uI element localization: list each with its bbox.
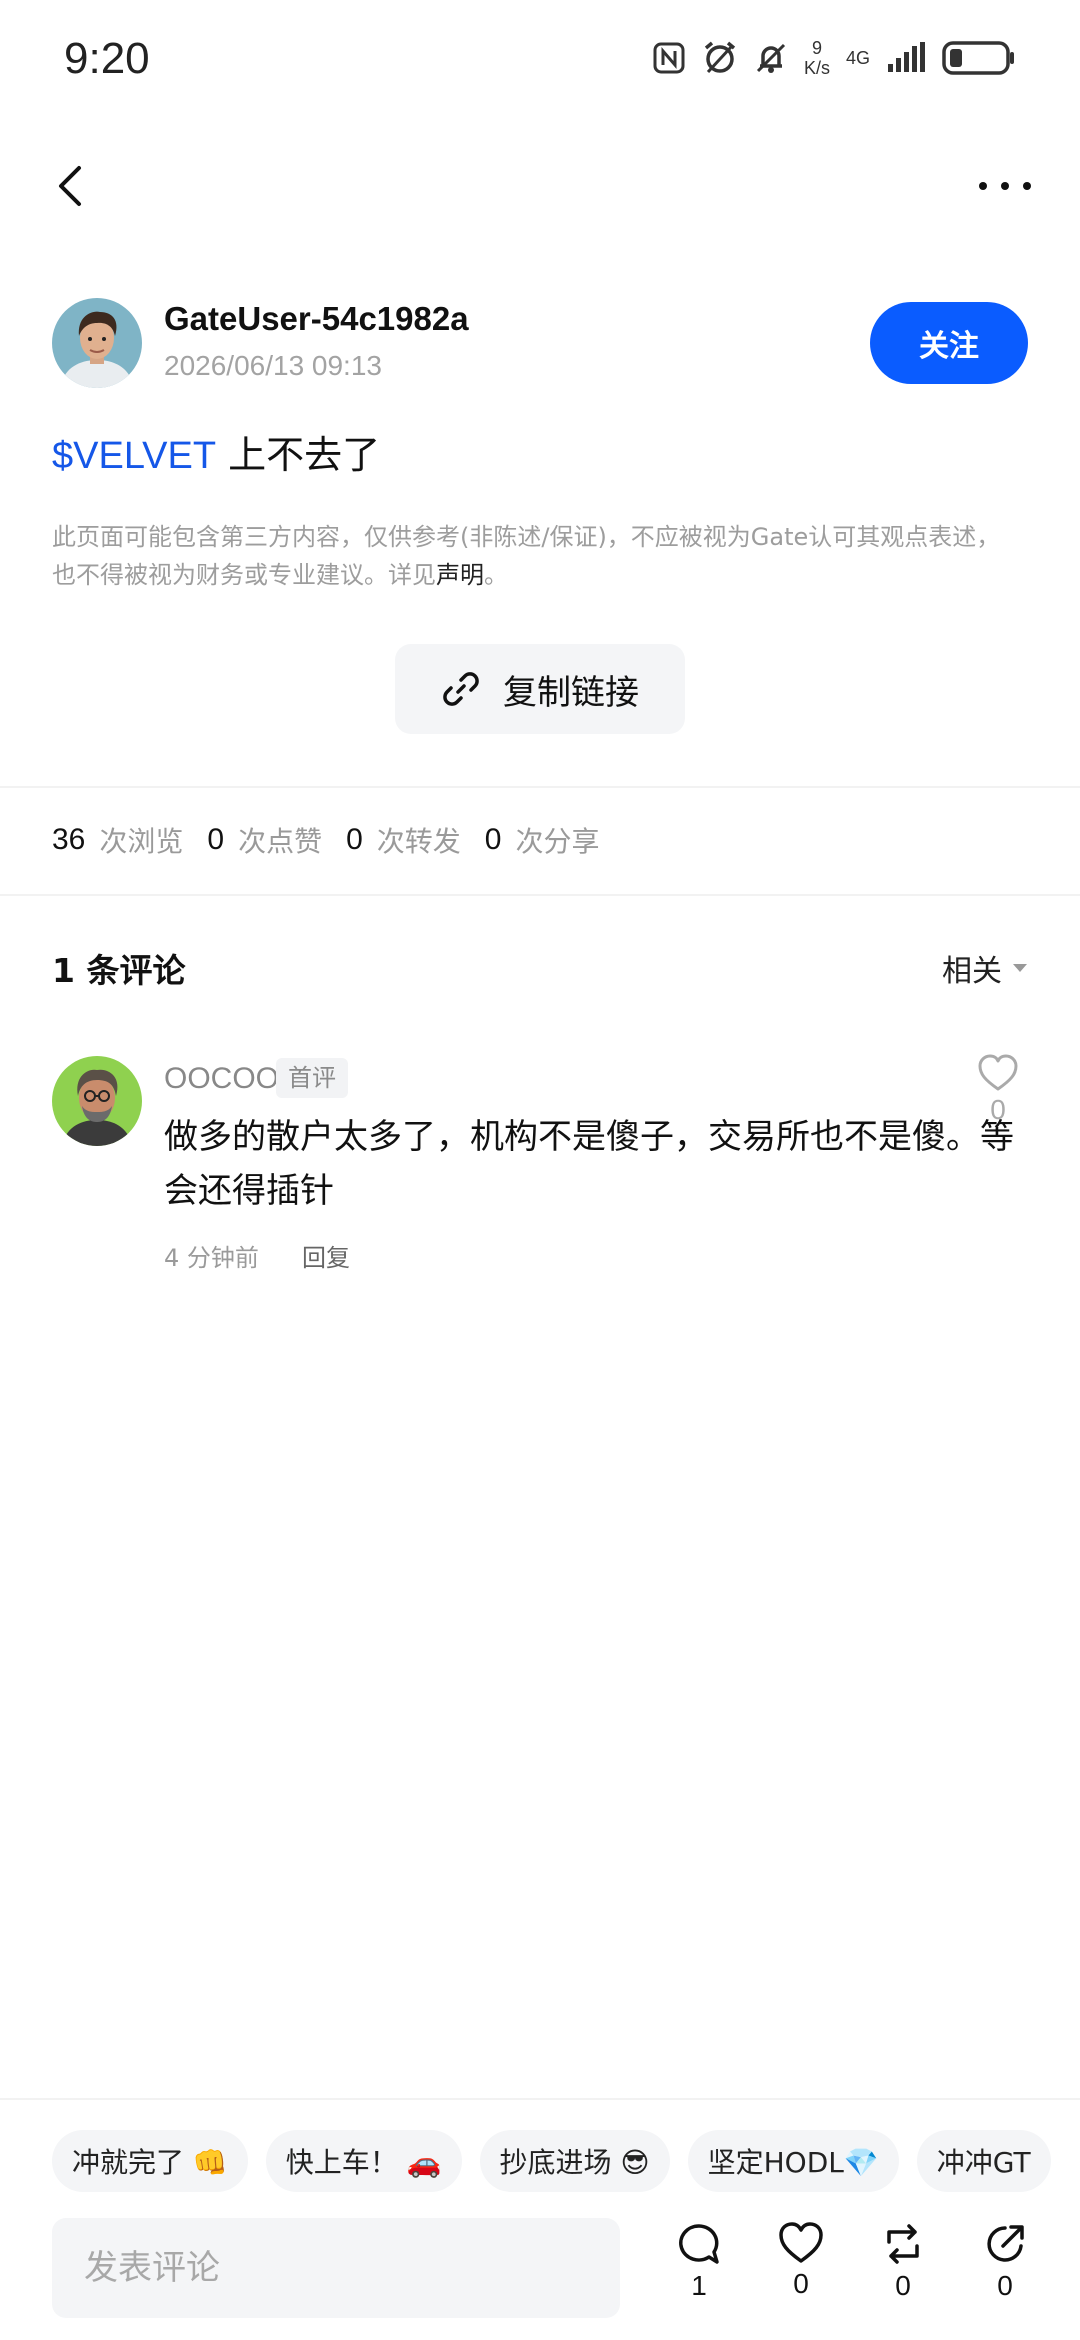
like-action-count: 0 (793, 2268, 809, 2299)
divider (0, 2098, 1080, 2100)
repost-icon (887, 2224, 919, 2264)
like-action-button[interactable]: 0 (766, 2222, 836, 2300)
quick-reply-chip[interactable]: 冲就完了 👊 (52, 2130, 248, 2192)
avatar[interactable] (52, 298, 142, 388)
copy-link-button[interactable]: 复制链接 (395, 644, 685, 734)
comment-text: 做多的散户太多了，机构不是傻子，交易所也不是傻。等会还得插针 (164, 1117, 1014, 1211)
post-stats: 36 次浏览 0 次点赞 0 次转发 0 次分享 (52, 820, 624, 860)
comment-item: OOCOO 首评 做多的散户太多了，机构不是傻子，交易所也不是傻。等会还得插针 … (52, 1054, 1028, 1284)
disclaimer-text: 此页面可能包含第三方内容，仅供参考(非陈述/保证)，不应被视为Gate认可其观点… (52, 523, 1001, 589)
post-content: $VELVET 上不去了 (52, 424, 380, 479)
heart-icon (978, 1054, 1018, 1091)
shares-count: 0 (484, 823, 502, 856)
share-action-button[interactable]: 0 (970, 2222, 1040, 2302)
copy-link-label: 复制链接 (503, 672, 639, 713)
statement-link[interactable]: 声明 (436, 561, 484, 589)
commenter-name[interactable]: OOCOO (164, 1062, 279, 1096)
comment-time: 4 分钟前 (164, 1244, 259, 1272)
comment-like-count: 0 (990, 1094, 1006, 1125)
top-bar (0, 150, 1080, 230)
nfc-icon (652, 41, 686, 75)
post-date: 2026/06/13 09:13 (164, 350, 382, 381)
quick-reply-chip[interactable]: 冲冲GT (916, 2130, 1051, 2192)
post-text: 上不去了 (228, 433, 381, 477)
net-speed-value: 9 (811, 38, 822, 58)
reply-button[interactable]: 回复 (302, 1238, 350, 1273)
share-icon (987, 2225, 1024, 2262)
back-button[interactable] (40, 156, 100, 216)
comment-input[interactable] (52, 2218, 620, 2318)
comments-header: 1 条评论 相关 (52, 944, 1028, 992)
reposts-label: 次转发 (376, 825, 461, 858)
link-icon (443, 672, 479, 706)
alarm-icon (702, 40, 738, 76)
disclaimer: 此页面可能包含第三方内容，仅供参考(非陈述/保证)，不应被视为Gate认可其观点… (52, 518, 1012, 594)
divider (0, 786, 1080, 788)
status-icons: 9 K/s 4G (652, 38, 1016, 78)
net-speed: 9 K/s (804, 38, 830, 78)
author-row: GateUser-54c1982a 2026/06/13 09:13 关注 (52, 298, 1028, 390)
comment-like-button[interactable]: 0 (968, 1054, 1028, 1126)
quick-replies: 冲就完了 👊 快上车！ 🚗 抄底进场 😎 坚定HODL💎 冲冲GT (52, 2130, 1080, 2192)
comment-icon (679, 2224, 719, 2264)
quick-reply-chip[interactable]: 快上车！ 🚗 (265, 2130, 462, 2192)
divider (0, 894, 1080, 896)
network-type: 4G (845, 47, 870, 68)
quick-reply-chip[interactable]: 抄底进场 😎 (479, 2130, 670, 2192)
more-button[interactable] (970, 156, 1040, 216)
status-bar: 9:20 9 K/s 4G (0, 0, 1080, 120)
shares-label: 次分享 (515, 825, 600, 858)
mute-icon (754, 41, 788, 75)
views-count: 36 (52, 823, 86, 856)
heart-icon (779, 2222, 823, 2263)
likes-count: 0 (207, 823, 225, 856)
commenter-avatar[interactable] (52, 1056, 142, 1146)
repost-action-button[interactable]: 0 (868, 2222, 938, 2302)
comment-action-count: 1 (691, 2270, 707, 2301)
sort-label: 相关 (942, 954, 1002, 989)
bottom-bar: 1 0 0 0 (52, 2218, 1052, 2318)
net-speed-unit: K/s (803, 58, 830, 78)
views-label: 次浏览 (99, 825, 184, 858)
sort-dropdown[interactable]: 相关 (942, 946, 1028, 990)
author-name[interactable]: GateUser-54c1982a (164, 300, 469, 338)
more-icon (979, 182, 1031, 190)
repost-action-count: 0 (895, 2270, 911, 2301)
battery-icon (942, 40, 1016, 76)
first-comment-badge: 首评 (276, 1058, 348, 1098)
caret-down-icon (1013, 964, 1027, 972)
comment-action-button[interactable]: 1 (664, 2222, 734, 2302)
chevron-left-icon (59, 166, 81, 206)
disclaimer-suffix: 。 (484, 561, 508, 589)
coin-tag-link[interactable]: $VELVET (52, 435, 216, 477)
reposts-count: 0 (346, 823, 363, 856)
status-time: 9:20 (64, 34, 150, 83)
signal-icon (886, 42, 926, 74)
likes-label: 次点赞 (238, 825, 323, 858)
follow-button[interactable]: 关注 (870, 302, 1028, 384)
quick-reply-chip[interactable]: 坚定HODL💎 (687, 2130, 899, 2192)
comments-count: 1 条评论 (52, 951, 186, 990)
share-action-count: 0 (997, 2270, 1013, 2301)
